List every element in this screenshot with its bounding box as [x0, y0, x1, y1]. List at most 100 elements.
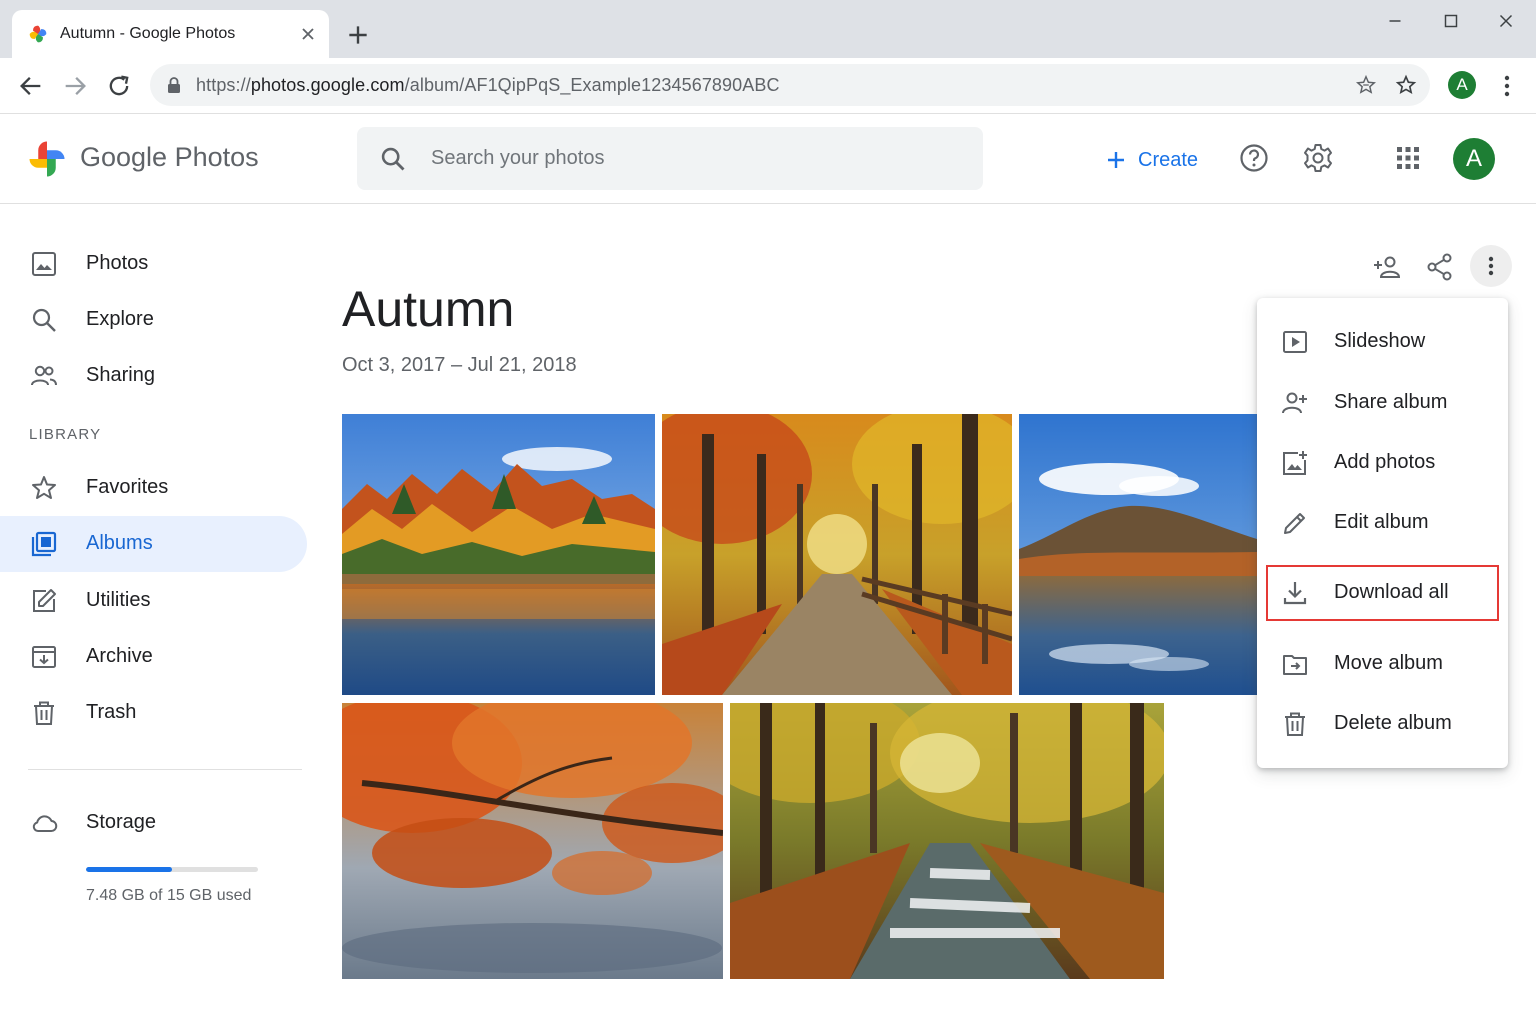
google-photos-favicon — [29, 25, 47, 43]
sidebar-item-label: Albums — [86, 532, 153, 554]
sidebar-item-label: Utilities — [86, 589, 151, 611]
menu-item-label: Add photos — [1334, 451, 1436, 473]
lock-icon — [168, 77, 180, 93]
reload-icon[interactable] — [105, 72, 133, 100]
photo-forest-stream-image — [730, 703, 1164, 979]
menu-item-label: Share album — [1334, 391, 1448, 413]
albums-icon — [31, 531, 57, 557]
more-vert-icon[interactable] — [1496, 72, 1518, 100]
sidebar-item-label: Archive — [86, 645, 153, 667]
apps-grid-icon[interactable] — [1392, 142, 1424, 174]
sidebar-item-photos[interactable]: Photos — [0, 236, 307, 292]
back-arrow-icon[interactable] — [17, 72, 45, 100]
photo-mountain-lake-reflection[interactable] — [1019, 414, 1257, 695]
settings-gear-icon[interactable] — [1302, 142, 1334, 174]
google-photos-logo-icon[interactable] — [26, 138, 68, 180]
minimize-icon[interactable] — [1384, 10, 1406, 32]
create-button[interactable]: Create — [1104, 142, 1198, 178]
photo-forest-path-image — [662, 414, 1012, 695]
add-person-icon[interactable] — [1372, 252, 1402, 282]
photo-orange-maple-leaves[interactable] — [342, 703, 723, 979]
menu-item-share-album[interactable]: Share album — [1257, 375, 1508, 431]
url-text[interactable]: https://photos.google.com/album/AF1QipPq… — [196, 75, 780, 96]
people-icon — [31, 365, 57, 386]
menu-item-delete-album[interactable]: Delete album — [1257, 696, 1508, 752]
menu-item-edit-album[interactable]: Edit album — [1257, 495, 1508, 551]
edit-icon — [1284, 513, 1305, 534]
sidebar-item-label: Explore — [86, 308, 154, 330]
sidebar-item-trash[interactable]: Trash — [0, 685, 307, 741]
album-more-options-button[interactable] — [1470, 245, 1512, 287]
menu-item-label: Edit album — [1334, 511, 1429, 533]
tab-title: Autumn - Google Photos — [60, 25, 236, 42]
share-album-icon — [1282, 392, 1307, 414]
photo-mountain-lake-image — [1019, 414, 1257, 695]
menu-item-label: Move album — [1334, 652, 1443, 674]
sidebar-item-label: Favorites — [86, 476, 169, 498]
account-avatar[interactable]: A — [1453, 138, 1495, 180]
add-photos-icon — [1283, 451, 1307, 475]
browser-tab[interactable]: Autumn - Google Photos — [12, 10, 329, 58]
search-icon — [32, 308, 56, 332]
browser-toolbar: https://photos.google.com/album/AF1QipPq… — [0, 58, 1536, 114]
forward-arrow-icon[interactable] — [61, 72, 89, 100]
sidebar-item-sharing[interactable]: Sharing — [0, 348, 307, 404]
menu-item-label: Download all — [1334, 581, 1449, 603]
window-close-icon[interactable] — [1495, 10, 1517, 32]
sidebar-item-storage[interactable]: Storage — [0, 795, 307, 851]
star-icon[interactable] — [1395, 74, 1417, 96]
sidebar-item-utilities[interactable]: Utilities — [0, 573, 307, 629]
new-tab-plus-icon[interactable] — [345, 22, 371, 48]
album-options-menu: Slideshow Share album Add photos Edit al… — [1257, 298, 1508, 768]
slideshow-icon — [1283, 331, 1307, 353]
google-photos-wordmark[interactable]: Google Photos — [80, 142, 259, 173]
download-icon — [1283, 582, 1307, 605]
photo-lake-with-autumn-trees[interactable] — [342, 414, 655, 695]
sidebar-item-favorites[interactable]: Favorites — [0, 460, 307, 516]
menu-item-label: Slideshow — [1334, 330, 1426, 352]
bookmark-manage-icon[interactable] — [1355, 74, 1377, 96]
sidebar-item-albums[interactable]: Albums — [0, 516, 307, 572]
move-icon — [1283, 655, 1307, 675]
create-label: Create — [1138, 148, 1199, 171]
album-title: Autumn — [342, 281, 515, 337]
share-icon[interactable] — [1425, 252, 1455, 282]
plus-icon — [1108, 152, 1124, 168]
sidebar-item-label: Storage — [86, 811, 157, 833]
star-icon — [32, 476, 56, 499]
photo-autumn-forest-path[interactable] — [662, 414, 1012, 695]
help-icon[interactable] — [1238, 142, 1270, 174]
search-input[interactable] — [431, 137, 951, 179]
menu-item-download-all[interactable]: Download all — [1266, 565, 1499, 621]
storage-progress-bar — [86, 867, 258, 872]
address-bar[interactable]: https://photos.google.com/album/AF1QipPq… — [150, 64, 1430, 106]
more-vert-icon — [1488, 256, 1494, 276]
sidebar-item-label: Trash — [86, 701, 137, 723]
close-icon[interactable] — [298, 24, 318, 44]
archive-icon — [32, 646, 56, 668]
sidebar-item-label: Sharing — [86, 364, 155, 386]
menu-item-label: Delete album — [1334, 712, 1452, 734]
browser-tab-strip: Autumn - Google Photos — [0, 0, 1536, 58]
trash-icon — [1285, 712, 1305, 736]
sidebar-item-label: Photos — [86, 252, 149, 274]
photo-maple-leaves-image — [342, 703, 723, 979]
menu-item-slideshow[interactable]: Slideshow — [1257, 314, 1508, 370]
album-date-range: Oct 3, 2017 – Jul 21, 2018 — [342, 354, 577, 376]
utilities-icon — [33, 589, 56, 612]
sidebar-item-explore[interactable]: Explore — [0, 292, 307, 348]
sidebar: Photos Explore Sharing LIBRARY Favorites… — [0, 205, 320, 1024]
trash-icon — [34, 701, 54, 725]
menu-item-move-album[interactable]: Move album — [1257, 636, 1508, 692]
photo-forest-stream[interactable] — [730, 703, 1164, 979]
photo-icon — [32, 252, 56, 276]
app-header: Google Photos Create A — [0, 114, 1536, 204]
search-icon[interactable] — [379, 145, 407, 173]
search-box[interactable] — [357, 127, 983, 190]
browser-profile-avatar[interactable]: A — [1448, 71, 1476, 99]
storage-progress-fill — [86, 867, 172, 872]
menu-item-add-photos[interactable]: Add photos — [1257, 435, 1508, 491]
cloud-icon — [32, 815, 58, 832]
sidebar-item-archive[interactable]: Archive — [0, 629, 307, 685]
maximize-icon[interactable] — [1440, 10, 1462, 32]
